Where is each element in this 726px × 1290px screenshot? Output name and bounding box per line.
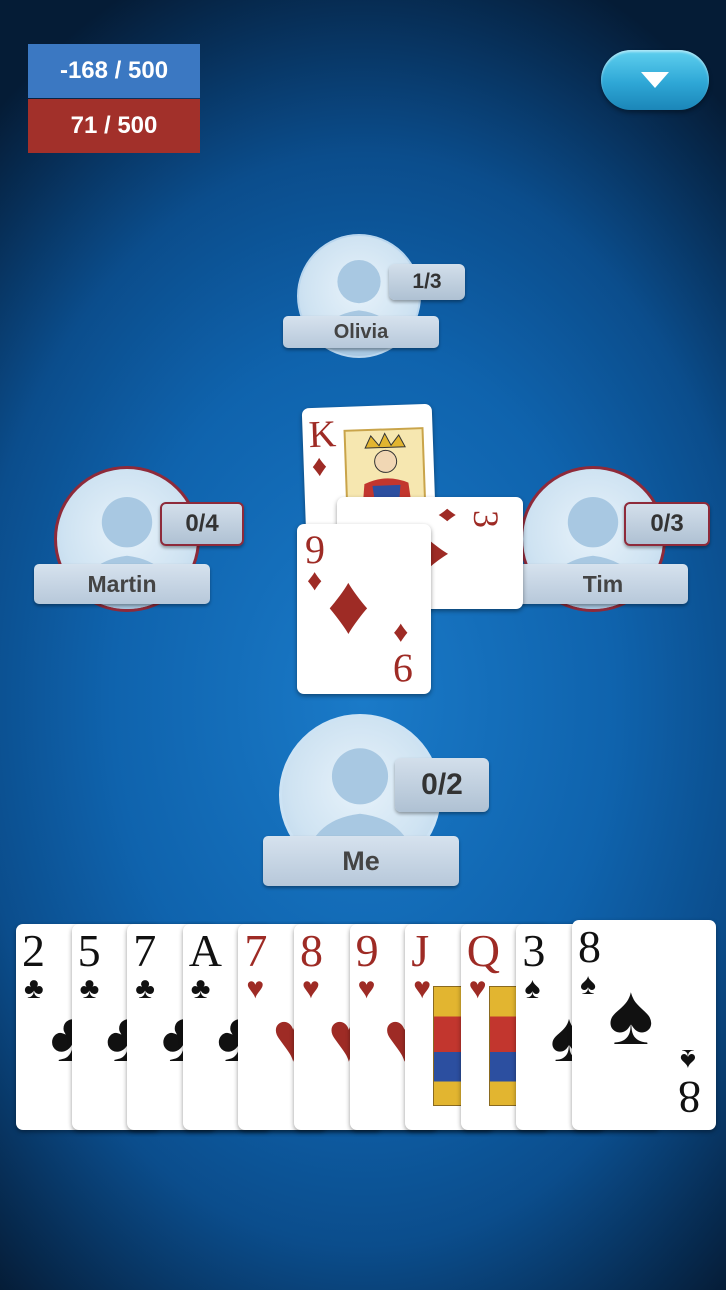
card-rank: Q (466, 925, 501, 976)
player-olivia: Olivia 1/3 (283, 234, 469, 358)
card-suit: ♣ (190, 972, 211, 1005)
card-rank: 9 (355, 925, 379, 976)
card-rank: 3 (522, 925, 546, 976)
card-rank: 8 (300, 925, 323, 976)
card-rank: 7 (244, 925, 268, 976)
card-suit: ♥ (468, 972, 487, 1005)
trick-count-badge: 0/3 (624, 502, 710, 546)
team-red-score: 71 / 500 (28, 99, 200, 153)
card-suit: ♥ (246, 972, 265, 1005)
hand-card[interactable]: 8 ♠ ♠ ♠ 8 (572, 920, 716, 1130)
card-suit: ♠ (580, 968, 596, 1001)
card-suit: ♥ (413, 972, 431, 1005)
card-rank: 9 (393, 646, 413, 691)
card-suit: ♣ (135, 972, 155, 1005)
chevron-down-icon (641, 72, 669, 88)
card-suit: ♣ (24, 972, 44, 1005)
trick-card-nine-of-diamonds: 9 ♦ ♦ ♦ 9 (297, 524, 431, 694)
card-rank: 2 (22, 925, 45, 976)
player-tim: Tim 0/3 (512, 466, 726, 612)
card-rank: 5 (77, 925, 101, 976)
card-suit: ♥ (357, 972, 376, 1005)
card-suit: ♠ (680, 1043, 696, 1076)
card-rank: 7 (133, 925, 157, 976)
player-name: Me (263, 836, 459, 886)
card-rank: 8 (578, 921, 601, 972)
trick-count-badge: 0/4 (160, 502, 244, 546)
card-rank: K (307, 413, 337, 457)
player-me: Me 0/2 (263, 714, 493, 886)
card-suit: ♦ (393, 617, 409, 650)
card-center-pip: ♠ (608, 967, 654, 1063)
menu-dropdown-button[interactable] (601, 50, 709, 110)
player-name: Tim (518, 564, 688, 604)
card-suit: ♦ (311, 449, 328, 484)
card-suit: ♠ (524, 972, 541, 1005)
player-martin: Martin 0/4 (34, 466, 248, 612)
player-name: Martin (34, 564, 210, 604)
card-center-pip: ♦ (327, 557, 370, 651)
trick-count-badge: 1/3 (389, 264, 465, 300)
card-rank: 8 (678, 1072, 701, 1123)
card-suit: ♣ (79, 972, 100, 1005)
card-rank: 3 (466, 510, 506, 528)
player-name: Olivia (283, 316, 439, 348)
card-rank: A (188, 925, 223, 976)
team-blue-score: -168 / 500 (28, 44, 200, 98)
card-rank: J (411, 925, 430, 976)
card-suit: ♦ (307, 564, 323, 597)
card-suit: ♦ (433, 507, 465, 523)
trick-count-badge: 0/2 (395, 758, 489, 812)
card-suit: ♥ (302, 972, 320, 1005)
